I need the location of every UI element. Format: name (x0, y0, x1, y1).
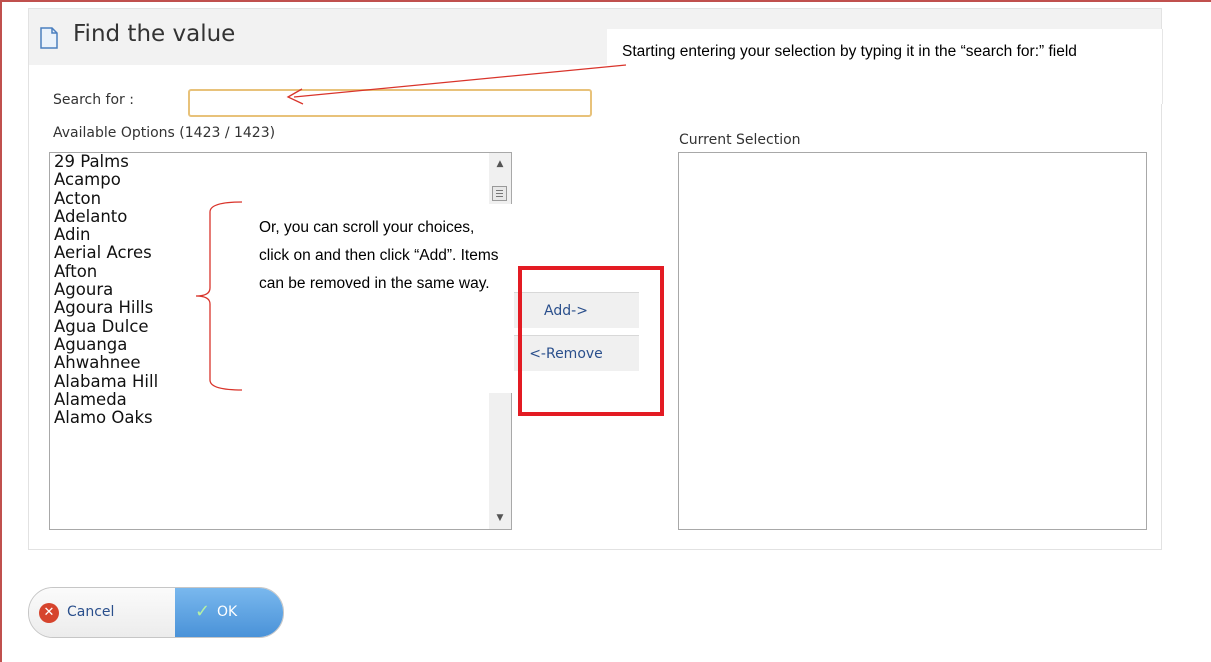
annotation-overlay (195, 64, 627, 391)
cancel-x-icon: ✕ (39, 603, 59, 623)
cancel-button[interactable]: ✕ Cancel (29, 588, 175, 637)
ok-label: OK (217, 604, 238, 620)
checkmark-icon: ✓ (195, 601, 211, 622)
ok-button[interactable]: ✓ OK (175, 588, 283, 637)
annotation-arrow (293, 64, 627, 98)
annotation-brace (195, 201, 243, 391)
dialog-actions: ✕ Cancel ✓ OK (28, 587, 284, 638)
cancel-label: Cancel (67, 604, 115, 620)
